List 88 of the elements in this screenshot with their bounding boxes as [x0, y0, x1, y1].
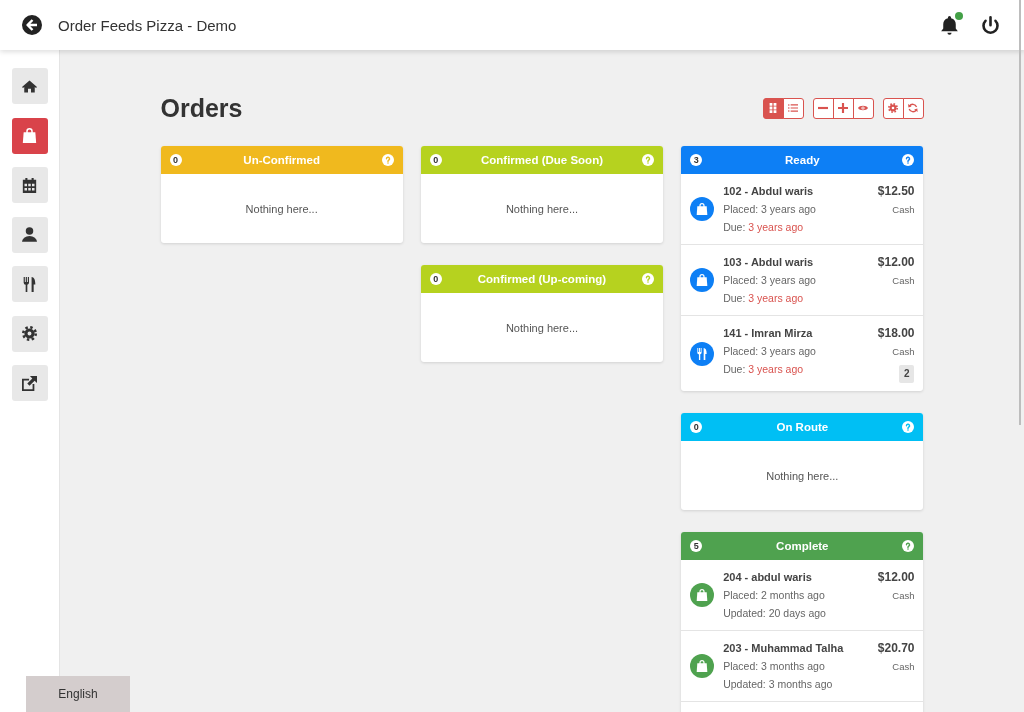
column-title: Complete [775, 540, 830, 552]
status-time: Due: 3 years ago [723, 220, 805, 235]
empty-message: Nothing here... [765, 468, 840, 484]
bell-icon[interactable] [941, 15, 958, 35]
bag-icon [690, 583, 715, 607]
order-price: $20.70 [877, 640, 915, 657]
power-icon[interactable] [982, 16, 999, 34]
placed-time: Placed: 3 years ago [723, 202, 817, 217]
external-link-icon [22, 375, 37, 391]
plus-button[interactable] [832, 97, 854, 119]
status-time: Updated: 3 months ago [723, 677, 834, 692]
scrollbar-thumb[interactable] [1019, 0, 1021, 425]
order-price: $12.00 [877, 569, 915, 586]
payment-method: Cash [892, 345, 915, 359]
order-row[interactable]: 141 - Imran Mirza Placed: 3 years ago Due: 3 years ago $18.00 Cash 2 [681, 315, 924, 391]
placed-time: Placed: 3 years ago [723, 344, 817, 359]
grid-icon [768, 103, 778, 113]
order-count: 0 [429, 273, 442, 285]
status-time: Updated: 20 days ago [723, 606, 827, 621]
placed-time: Placed: 3 months ago [723, 659, 826, 674]
column-title: Ready [784, 154, 821, 166]
back-icon[interactable] [22, 15, 42, 35]
plus-icon [838, 103, 848, 113]
bag-icon [690, 197, 715, 221]
empty-message: Nothing here... [504, 320, 580, 336]
sidebar-item[interactable] [11, 266, 48, 302]
payment-method: Cash [892, 589, 915, 603]
order-count: 3 [690, 154, 703, 166]
list-icon [788, 103, 798, 113]
fork-knife-icon [22, 276, 37, 292]
order-title: 141 - Imran Mirza [723, 326, 814, 341]
order-title: 204 - abdul waris [723, 570, 813, 585]
sidebar-item[interactable] [11, 216, 48, 253]
order-count: 0 [429, 154, 442, 166]
sidebar-item[interactable] [11, 68, 48, 104]
empty-message: Nothing here... [504, 201, 580, 217]
column-title: Confirmed (Due Soon) [479, 154, 604, 166]
help-icon[interactable] [902, 421, 915, 433]
eye-icon [858, 103, 868, 113]
order-row[interactable]: 204 - abdul waris Placed: 2 months ago Updated: 20 days ago $12.00 Cash [681, 560, 924, 630]
help-icon[interactable] [902, 154, 915, 166]
status-time: Due: 3 years ago [723, 362, 805, 377]
order-title: 102 - Abdul waris [723, 184, 815, 199]
order-row[interactable]: 102 - Abdul waris Placed: 3 years ago Due: 3 years ago $12.50 Cash [681, 174, 924, 244]
settings-icon [888, 103, 898, 113]
payment-method: Cash [892, 660, 915, 674]
sidebar-item[interactable] [11, 365, 48, 401]
refresh-icon [908, 103, 918, 113]
status-time: Due: 3 years ago [723, 291, 805, 306]
payment-method: Cash [892, 274, 915, 288]
item-count: 2 [898, 365, 915, 383]
order-title: 103 - Abdul waris [723, 255, 815, 270]
order-title: 203 - Muhammad Talha [723, 641, 845, 656]
minus-button[interactable] [812, 97, 834, 119]
app-title: Order Feeds Pizza - Demo [58, 16, 237, 34]
help-icon[interactable] [902, 540, 915, 552]
settings-button[interactable] [882, 97, 904, 119]
fork-knife-icon [690, 341, 715, 366]
bag-icon [22, 128, 37, 143]
bag-icon [690, 654, 715, 678]
language-button[interactable]: English [26, 676, 130, 712]
sidebar-item[interactable] [11, 315, 48, 352]
placed-time: Placed: 3 years ago [723, 273, 817, 288]
payment-method: Cash [892, 203, 915, 217]
column-title: Confirmed (Up-coming) [476, 273, 608, 285]
empty-message: Nothing here... [244, 201, 319, 217]
order-price: $12.50 [877, 183, 915, 200]
order-count: 5 [690, 540, 703, 552]
column-title: On Route [775, 421, 830, 433]
placed-time: Placed: 2 months ago [723, 588, 826, 603]
order-count: 0 [690, 421, 703, 433]
page-title: Orders [160, 93, 243, 123]
order-price: $18.00 [877, 325, 915, 342]
order-count: 0 [169, 154, 182, 166]
home-icon [22, 78, 37, 94]
settings-icon [22, 326, 37, 341]
order-row[interactable]: 103 - Abdul waris Placed: 3 years ago Due: 3 years ago $12.00 Cash [681, 244, 924, 315]
bag-icon [690, 268, 715, 292]
sidebar-item[interactable] [11, 167, 48, 203]
eye-button[interactable] [852, 97, 874, 119]
order-row[interactable]: 203 - Muhammad Talha Placed: 3 months ago Updated: 3 months ago $20.70 Cash [681, 630, 924, 701]
list-view-button[interactable] [782, 97, 804, 119]
grid-view-button[interactable] [762, 97, 784, 119]
order-price: $12.00 [877, 254, 915, 271]
person-icon [22, 227, 37, 242]
calendar-icon [22, 177, 37, 193]
refresh-button[interactable] [902, 97, 924, 119]
column-title: Un-Confirmed [242, 154, 321, 166]
